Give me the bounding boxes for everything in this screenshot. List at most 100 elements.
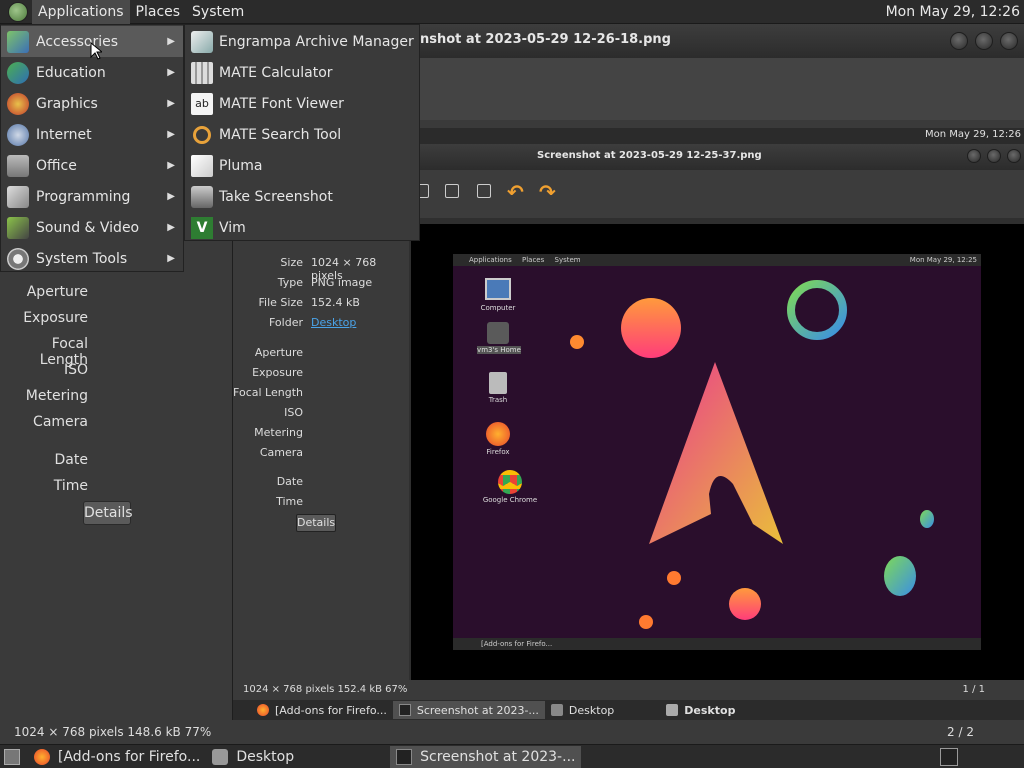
nested-clock: Mon May 29, 12:26 <box>924 129 1021 140</box>
nested-status-bar: 1024 × 768 pixels 152.4 kB 67% 1 / 1 <box>233 680 1024 700</box>
firefox-icon <box>257 704 269 716</box>
trash-icon <box>489 372 507 394</box>
applications-dropdown: Accessories ▶ Education ▶ Graphics ▶ Int… <box>0 24 184 272</box>
chevron-right-icon: ▶ <box>167 36 175 47</box>
thumbnail-clock: Mon May 29, 12:25 <box>909 256 977 264</box>
chevron-right-icon: ▶ <box>167 222 175 233</box>
graphics-icon <box>7 92 29 115</box>
thumbnail-task: [Add-ons for Firefo... <box>481 640 553 648</box>
menu-item-vim[interactable]: V Vim <box>185 212 419 243</box>
applications-menu[interactable]: Applications <box>32 0 130 24</box>
nested-label-aperture: Aperture <box>254 346 303 359</box>
thumbnail-menu-system: System <box>554 256 581 264</box>
nested-label-iso: ISO <box>284 406 303 419</box>
search-icon <box>193 125 211 144</box>
accessories-icon <box>7 30 29 53</box>
menu-item-system-tools[interactable]: System Tools ▶ <box>1 243 183 274</box>
nested-value-filesize: 152.4 kB <box>311 296 360 309</box>
chevron-right-icon: ▶ <box>167 160 175 171</box>
label-date: Date <box>54 452 88 468</box>
nested-page-indicator: 1 / 1 <box>962 684 985 695</box>
menu-item-calculator[interactable]: MATE Calculator <box>185 57 419 88</box>
menu-item-font-viewer-label: MATE Font Viewer <box>219 95 344 112</box>
minimize-button[interactable] <box>950 32 968 50</box>
education-icon <box>7 61 29 84</box>
task-screenshot[interactable]: Screenshot at 2023-... <box>390 745 582 768</box>
menu-item-programming[interactable]: Programming ▶ <box>1 181 183 212</box>
thumbnail-icon-chrome: Google Chrome <box>482 496 538 504</box>
folder-icon <box>212 748 229 765</box>
nested-value-type: PNG image <box>311 276 373 289</box>
firefox-icon <box>486 422 510 446</box>
nested-status-text: 1024 × 768 pixels 152.4 kB 67% <box>243 684 408 695</box>
system-menu[interactable]: System <box>186 0 250 24</box>
menu-item-office-label: Office <box>36 157 77 174</box>
thumbnail-menu-places: Places <box>522 256 545 264</box>
nested-details-button: Details <box>296 514 336 532</box>
nested-task-desktop-2: Desktop <box>660 701 741 719</box>
menu-item-system-tools-label: System Tools <box>36 250 128 267</box>
menu-item-take-screenshot[interactable]: Take Screenshot <box>185 181 419 212</box>
clock[interactable]: Mon May 29, 12:26 <box>886 0 1020 24</box>
accessories-submenu: Engrampa Archive Manager MATE Calculator… <box>184 24 420 241</box>
thumbnail-icon-computer: Computer <box>480 304 516 312</box>
task-desktop[interactable]: Desktop <box>206 746 300 768</box>
close-button[interactable] <box>1000 32 1018 50</box>
task-firefox[interactable]: [Add-ons for Firefo... <box>28 746 206 768</box>
menu-item-office[interactable]: Office ▶ <box>1 150 183 181</box>
nested-folder-link: Desktop <box>311 316 357 329</box>
nested-minimize-icon <box>967 149 981 163</box>
places-menu[interactable]: Places <box>130 0 187 24</box>
menu-item-font-viewer[interactable]: ab MATE Font Viewer <box>185 88 419 119</box>
details-button[interactable]: Details <box>83 501 133 525</box>
nested-label-size: Size <box>280 256 303 269</box>
office-icon <box>7 154 29 177</box>
text-editor-icon <box>191 154 213 177</box>
firefox-icon <box>34 748 50 765</box>
nested-task-desktop-2-label: Desktop <box>684 703 736 717</box>
chevron-right-icon: ▶ <box>167 67 175 78</box>
menu-item-engrampa[interactable]: Engrampa Archive Manager <box>185 26 419 57</box>
bottom-panel: [Add-ons for Firefo... Desktop Screensho… <box>0 744 1024 768</box>
nested-task-screenshot: Screenshot at 2023-... <box>392 701 545 719</box>
computer-icon <box>485 278 511 300</box>
menu-item-take-screenshot-label: Take Screenshot <box>219 188 333 205</box>
menu-item-sound-video[interactable]: Sound & Video ▶ <box>1 212 183 243</box>
menu-item-education[interactable]: Education ▶ <box>1 57 183 88</box>
nested-zoom-normal-icon <box>445 184 459 198</box>
show-desktop-icon[interactable] <box>4 748 20 765</box>
maximize-button[interactable] <box>975 32 993 50</box>
nested-label-filesize: File Size <box>258 296 303 309</box>
menu-item-search-tool[interactable]: MATE Search Tool <box>185 119 419 150</box>
nested-task-screenshot-label: Screenshot at 2023-... <box>416 703 539 717</box>
page-indicator: 2 / 2 <box>947 725 974 739</box>
nested-label-camera: Camera <box>259 446 303 459</box>
task-desktop-label: Desktop <box>236 748 295 765</box>
folder-icon <box>550 704 563 716</box>
menu-item-search-tool-label: MATE Search Tool <box>219 126 342 143</box>
menu-item-graphics[interactable]: Graphics ▶ <box>1 88 183 119</box>
film-icon <box>7 216 29 239</box>
font-icon: ab <box>191 92 213 115</box>
workspace-switcher[interactable] <box>940 748 958 766</box>
nested-window-title: Screenshot at 2023-05-29 12-25-37.png <box>537 150 762 161</box>
menu-item-pluma[interactable]: Pluma <box>185 150 419 181</box>
menu-item-pluma-label: Pluma <box>219 157 263 174</box>
label-exposure: Exposure <box>23 310 88 326</box>
nested-properties-sidebar: Size 1024 × 768 pixels Type PNG image Fi… <box>233 224 409 680</box>
nested-task-firefox-label: [Add-ons for Firefo... <box>275 703 387 717</box>
nested-label-date: Date <box>276 475 303 488</box>
chevron-right-icon: ▶ <box>167 129 175 140</box>
thumbnail-bottom-panel: [Add-ons for Firefo... <box>453 638 981 650</box>
thumbnail-top-panel: Applications Places System Mon May 29, 1… <box>453 254 981 266</box>
camera-icon <box>191 185 213 208</box>
thumbnail-icon-trash: Trash <box>488 396 508 404</box>
nested-label-folder: Folder <box>269 316 303 329</box>
chevron-right-icon: ▶ <box>167 191 175 202</box>
menu-item-calculator-label: MATE Calculator <box>219 64 333 81</box>
nested-rotate-left-icon: ↶ <box>507 180 524 204</box>
wallpaper-graphic <box>453 254 981 650</box>
menu-item-internet[interactable]: Internet ▶ <box>1 119 183 150</box>
nested-task-desktop-label: Desktop <box>568 703 615 717</box>
label-time: Time <box>53 478 88 494</box>
